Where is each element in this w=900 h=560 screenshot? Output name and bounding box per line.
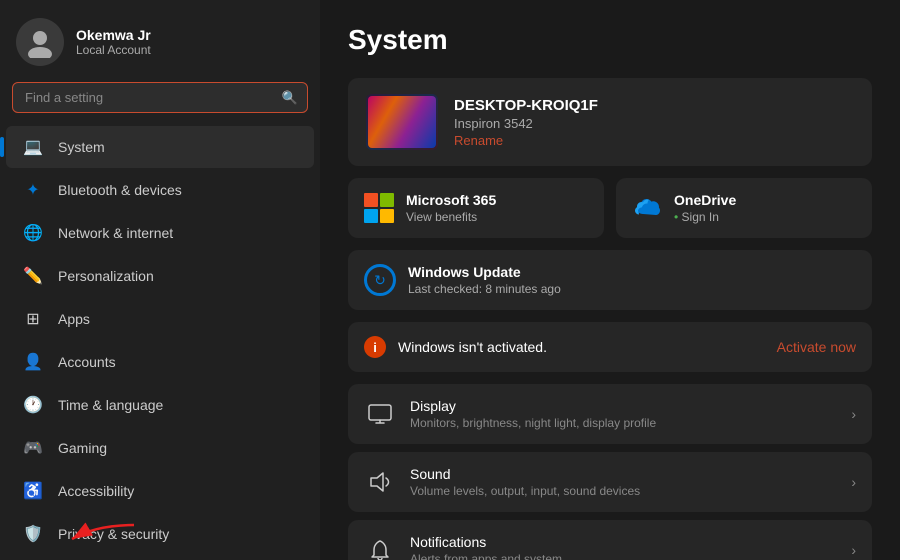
personalization-icon: ✏️ [22,265,44,287]
onedrive-sub: • Sign In [674,210,736,224]
sidebar-item-accounts[interactable]: 👤 Accounts [6,341,314,383]
gaming-icon: 🎮 [22,437,44,459]
search-input[interactable] [12,82,308,113]
search-icon: 🔍 [282,90,298,106]
onedrive-icon [632,193,662,223]
microsoft-icon [364,193,394,223]
display-setting[interactable]: Display Monitors, brightness, night ligh… [348,384,872,444]
chevron-right-icon: › [851,542,856,558]
warning-icon: i [364,336,386,358]
display-sub: Monitors, brightness, night light, displ… [410,416,837,430]
sidebar-item-personalization[interactable]: ✏️ Personalization [6,255,314,297]
sidebar-item-bluetooth[interactable]: ✦ Bluetooth & devices [6,169,314,211]
device-rename-link[interactable]: Rename [454,133,854,148]
display-title: Display [410,398,837,414]
microsoft365-sub: View benefits [406,210,496,224]
sidebar-item-label: Accounts [58,354,116,370]
chevron-right-icon: › [851,474,856,490]
bluetooth-icon: ✦ [22,179,44,201]
notifications-title: Notifications [410,534,837,550]
sidebar-item-label: Gaming [58,440,107,456]
time-icon: 🕐 [22,394,44,416]
onedrive-card[interactable]: OneDrive • Sign In [616,178,872,238]
info-row: Microsoft 365 View benefits OneDrive • S… [348,178,872,238]
microsoft365-card[interactable]: Microsoft 365 View benefits [348,178,604,238]
accounts-icon: 👤 [22,351,44,373]
sidebar-item-privacy[interactable]: 🛡️ Privacy & security [6,513,314,555]
system-icon: 💻 [22,136,44,158]
privacy-icon: 🛡️ [22,523,44,545]
notifications-setting[interactable]: Notifications Alerts from apps and syste… [348,520,872,560]
sidebar-item-system[interactable]: 💻 System [6,126,314,168]
sound-title: Sound [410,466,837,482]
update-title: Windows Update [408,264,856,280]
nav-list: 💻 System ✦ Bluetooth & devices 🌐 Network… [0,121,320,560]
sidebar-item-label: Privacy & security [58,526,169,542]
sidebar-item-gaming[interactable]: 🎮 Gaming [6,427,314,469]
notifications-icon [364,534,396,560]
device-model: Inspiron 3542 [454,116,854,131]
network-icon: 🌐 [22,222,44,244]
avatar [16,18,64,66]
display-icon [364,398,396,430]
user-type: Local Account [76,43,151,57]
accessibility-icon: ♿ [22,480,44,502]
sound-sub: Volume levels, output, input, sound devi… [410,484,837,498]
activate-now-link[interactable]: Activate now [777,339,856,355]
update-sub: Last checked: 8 minutes ago [408,282,856,296]
user-profile[interactable]: Okemwa Jr Local Account [0,0,320,80]
user-name: Okemwa Jr [76,27,151,43]
device-thumbnail [366,94,438,150]
microsoft365-title: Microsoft 365 [406,192,496,208]
sound-icon [364,466,396,498]
sidebar-item-time[interactable]: 🕐 Time & language [6,384,314,426]
sidebar: Okemwa Jr Local Account 🔍 💻 System ✦ Blu… [0,0,320,560]
chevron-right-icon: › [851,406,856,422]
sidebar-item-label: Bluetooth & devices [58,182,182,198]
search-box[interactable]: 🔍 [12,82,308,113]
notifications-sub: Alerts from apps and system [410,552,837,560]
device-card: DESKTOP-KROIQ1F Inspiron 3542 Rename [348,78,872,166]
sidebar-item-network[interactable]: 🌐 Network & internet [6,212,314,254]
sidebar-item-label: Accessibility [58,483,134,499]
sound-setting[interactable]: Sound Volume levels, output, input, soun… [348,452,872,512]
onedrive-title: OneDrive [674,192,736,208]
device-name: DESKTOP-KROIQ1F [454,97,854,114]
sidebar-item-apps[interactable]: ⊞ Apps [6,298,314,340]
page-title: System [348,24,872,56]
sidebar-item-accessibility[interactable]: ♿ Accessibility [6,470,314,512]
sidebar-item-label: Network & internet [58,225,173,241]
sidebar-item-label: Time & language [58,397,163,413]
main-content: System DESKTOP-KROIQ1F Inspiron 3542 Ren… [320,0,900,560]
sidebar-item-label: Apps [58,311,90,327]
sidebar-item-label: System [58,139,105,155]
update-icon: ↻ [364,264,396,296]
activation-text: Windows isn't activated. [398,339,765,355]
sidebar-item-label: Personalization [58,268,154,284]
activation-card: i Windows isn't activated. Activate now [348,322,872,372]
apps-icon: ⊞ [22,308,44,330]
windows-update-card[interactable]: ↻ Windows Update Last checked: 8 minutes… [348,250,872,310]
